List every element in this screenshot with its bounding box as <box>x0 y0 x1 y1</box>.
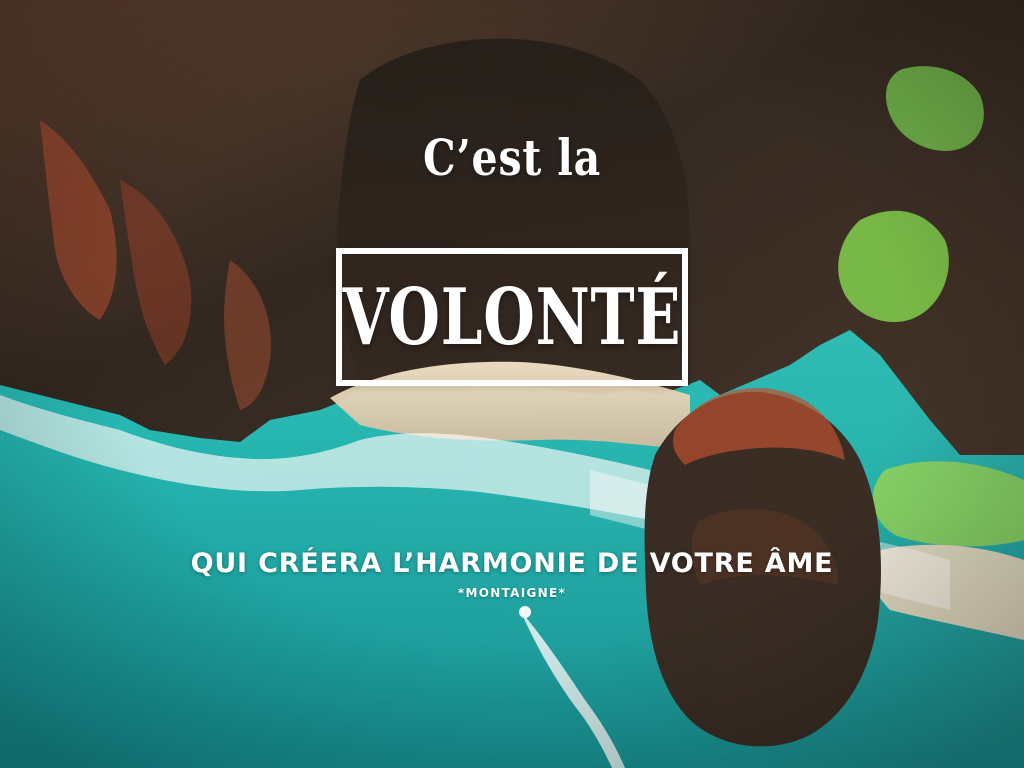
quote-line-1: C’est la <box>423 128 601 187</box>
emphasis-word: VOLONTÉ <box>342 271 682 363</box>
quote-author: *MONTAIGNE* <box>457 586 567 600</box>
quote-poster: C’est la VOLONTÉ QUI CRÉERA L’HARMONIE D… <box>0 0 1024 768</box>
emphasis-frame: VOLONTÉ <box>336 248 688 386</box>
quote-line-2: QUI CRÉERA L’HARMONIE DE VOTRE ÂME <box>190 548 834 579</box>
